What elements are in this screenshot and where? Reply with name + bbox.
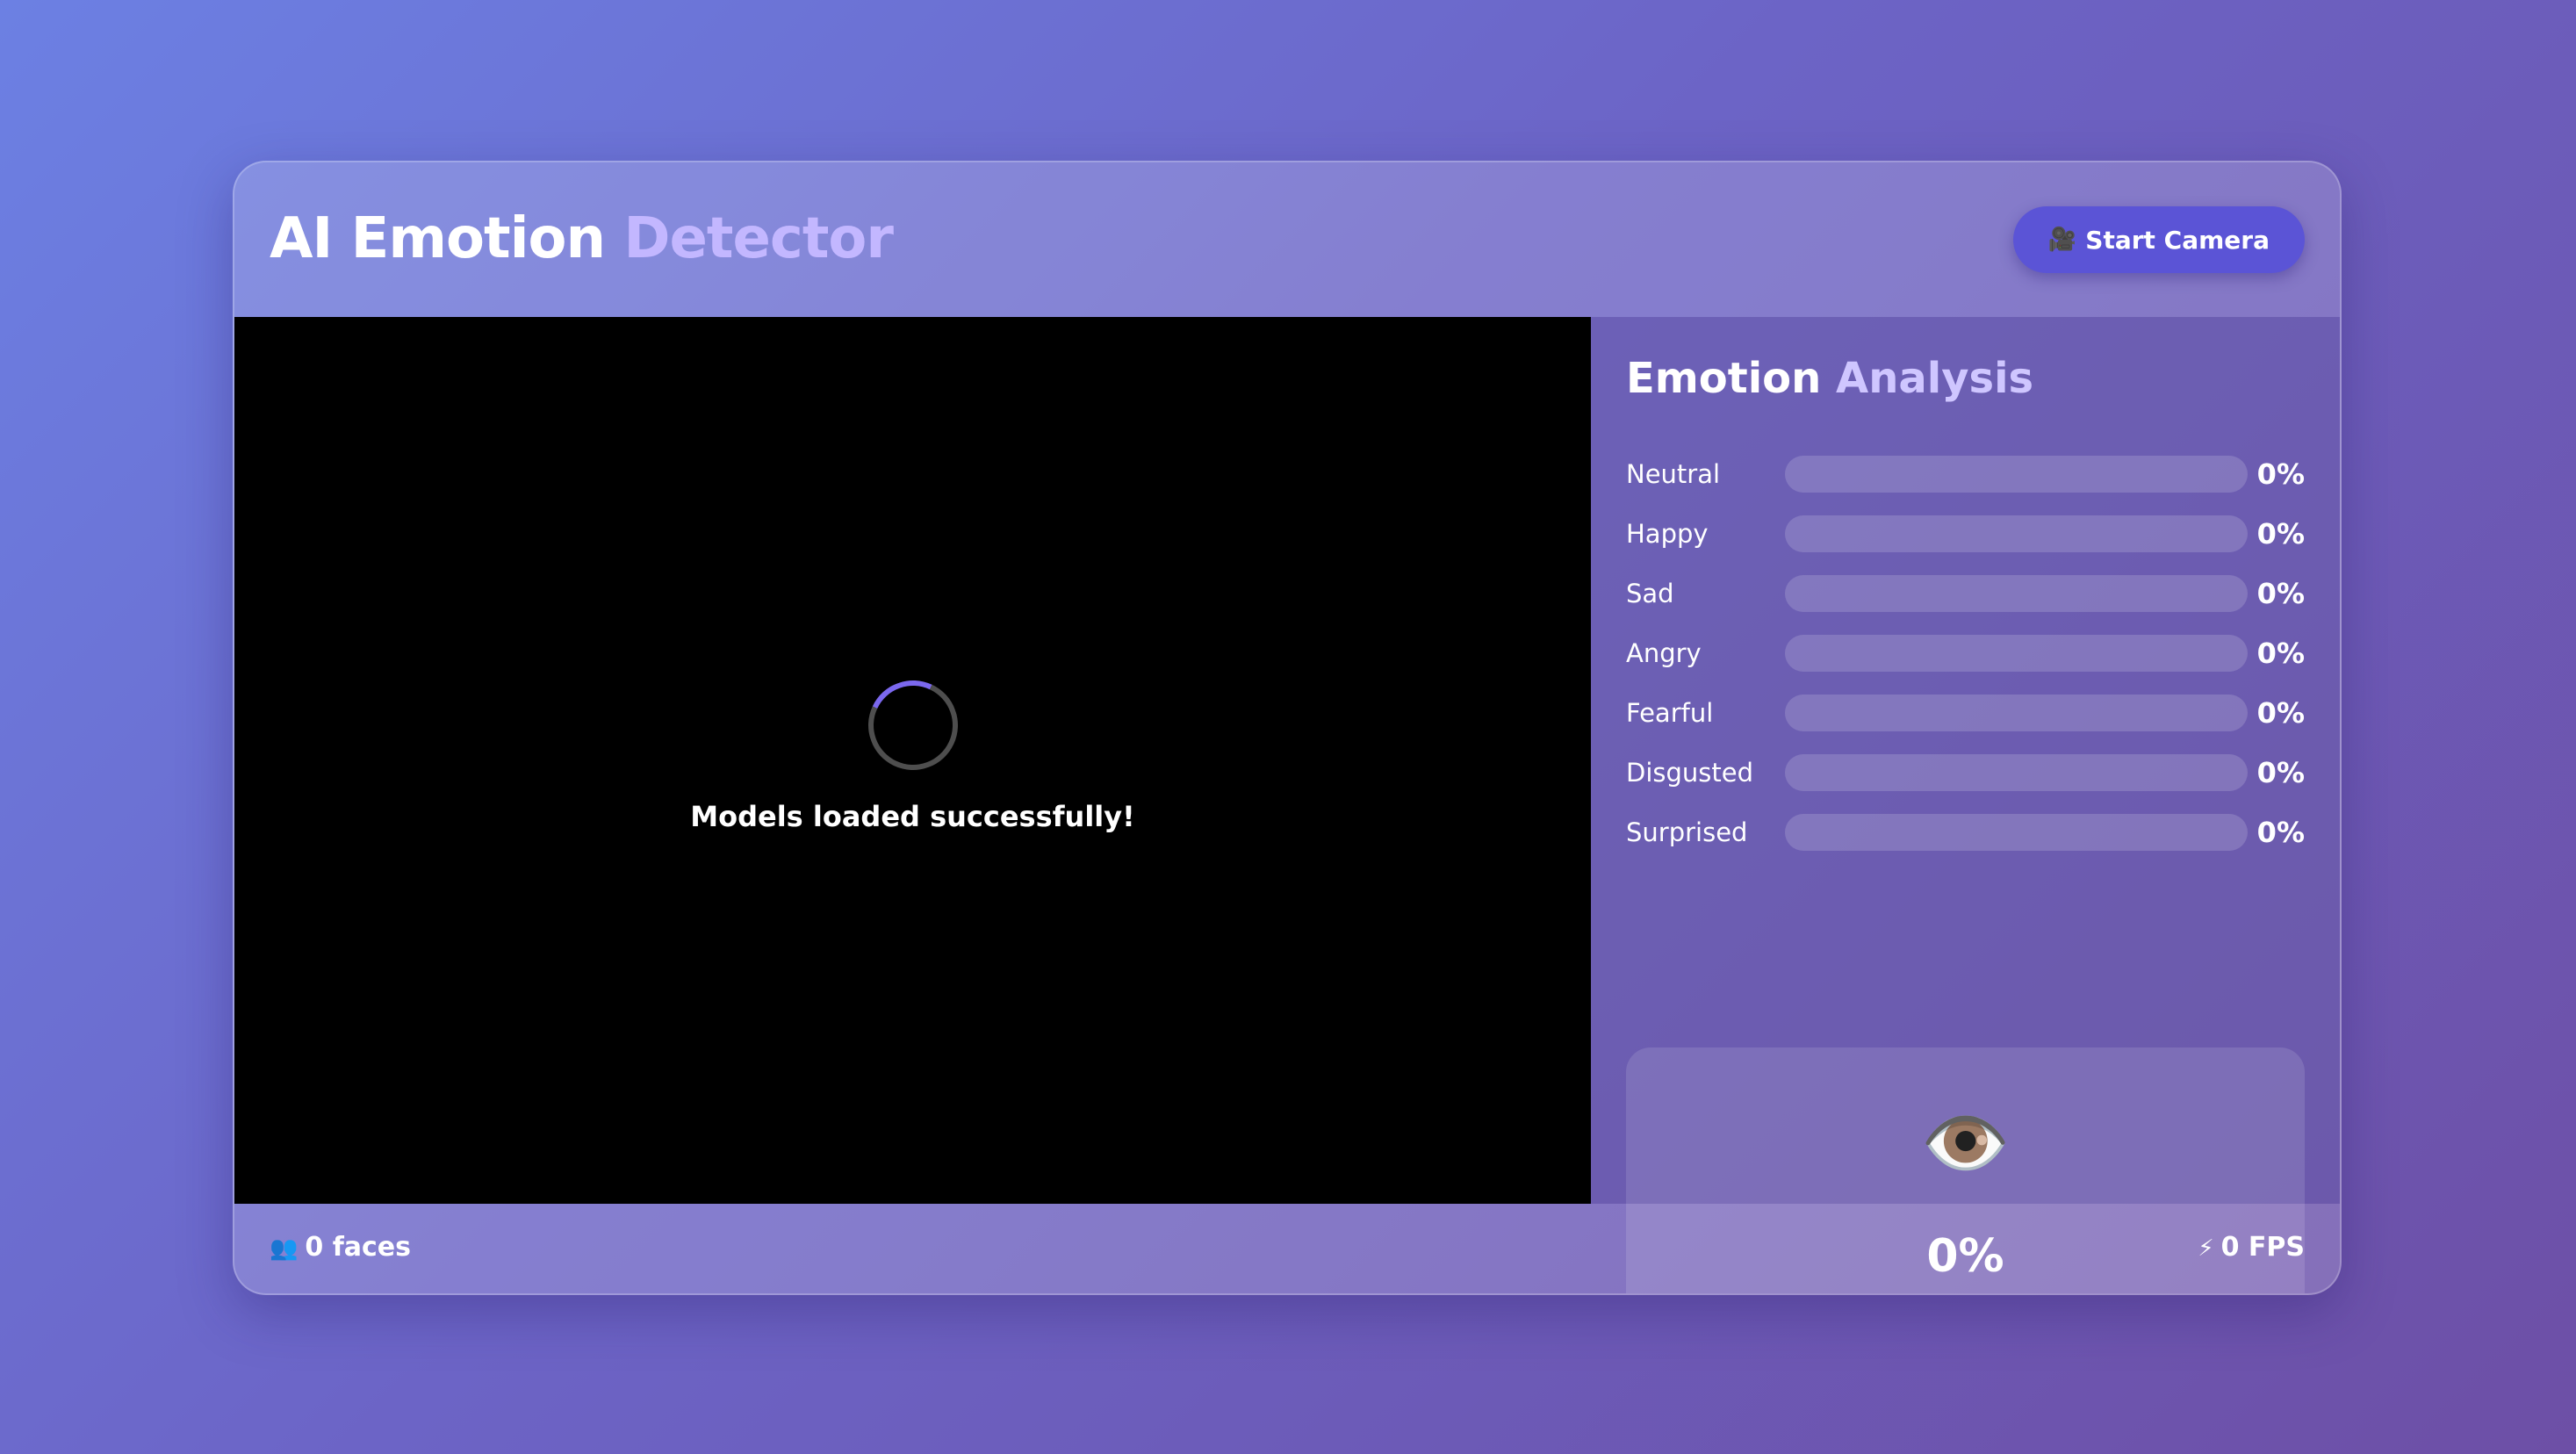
- fps-counter: ⚡ 0 FPS: [2198, 1232, 2305, 1263]
- emotion-bar: [1785, 695, 2248, 731]
- emotion-value: 0%: [2256, 756, 2305, 789]
- people-icon: 👥: [270, 1235, 299, 1262]
- app-title-highlight: Detector: [623, 206, 894, 271]
- emotion-bar: [1785, 814, 2248, 851]
- face-count: 👥 0 faces: [270, 1232, 411, 1263]
- emotion-bar: [1785, 635, 2248, 672]
- status-message: Models loaded successfully!: [690, 800, 1135, 833]
- emotion-bar: [1785, 515, 2248, 552]
- emotion-value: 0%: [2256, 517, 2305, 551]
- emotion-bar: [1785, 456, 2248, 493]
- emotion-analysis-panel: Emotion Analysis Neutral 0% Happy 0% Sad…: [1591, 317, 2340, 1293]
- app-title: AI Emotion Detector: [270, 206, 894, 271]
- app-title-main: AI Emotion: [270, 206, 606, 271]
- emotion-row-fearful: Fearful 0%: [1626, 695, 2305, 733]
- eye-icon: 👁️: [1920, 1102, 2011, 1185]
- emotion-row-happy: Happy 0%: [1626, 515, 2305, 554]
- emotion-label: Fearful: [1626, 698, 1714, 728]
- emotion-label: Angry: [1626, 638, 1702, 668]
- emotion-value: 0%: [2256, 696, 2305, 730]
- emotion-value: 0%: [2256, 637, 2305, 670]
- emotion-label: Sad: [1626, 579, 1674, 608]
- emotion-value: 0%: [2256, 457, 2305, 491]
- start-camera-button[interactable]: 🎥 Start Camera: [2012, 206, 2305, 273]
- panel-title: Emotion Analysis: [1626, 354, 2033, 403]
- header: AI Emotion Detector 🎥 Start Camera: [234, 162, 2340, 317]
- loading-spinner: [855, 667, 971, 783]
- emotion-value: 0%: [2256, 577, 2305, 610]
- emotion-bar: [1785, 575, 2248, 612]
- face-count-label: 0 faces: [305, 1232, 411, 1263]
- emotion-label: Neutral: [1626, 459, 1721, 489]
- lightning-icon: ⚡: [2198, 1235, 2214, 1262]
- fps-label: 0 FPS: [2220, 1232, 2305, 1263]
- emotion-row-neutral: Neutral 0%: [1626, 456, 2305, 494]
- video-feed: Models loaded successfully!: [234, 317, 1591, 1204]
- emotion-bar: [1785, 754, 2248, 791]
- app-card: AI Emotion Detector 🎥 Start Camera Model…: [233, 161, 2342, 1295]
- emotion-value: 0%: [2256, 816, 2305, 849]
- video-camera-icon: 🎥: [2047, 227, 2077, 253]
- panel-title-main: Emotion: [1626, 354, 1822, 403]
- emotion-label: Happy: [1626, 519, 1709, 549]
- emotion-label: Disgusted: [1626, 758, 1754, 788]
- emotion-row-surprised: Surprised 0%: [1626, 814, 2305, 853]
- status-footer: 👥 0 faces ⚡ 0 FPS: [234, 1204, 2340, 1293]
- emotion-row-angry: Angry 0%: [1626, 635, 2305, 673]
- emotion-row-disgusted: Disgusted 0%: [1626, 754, 2305, 793]
- panel-title-highlight: Analysis: [1836, 354, 2034, 403]
- emotion-row-sad: Sad 0%: [1626, 575, 2305, 614]
- start-camera-label: Start Camera: [2085, 225, 2270, 255]
- emotion-label: Surprised: [1626, 817, 1748, 847]
